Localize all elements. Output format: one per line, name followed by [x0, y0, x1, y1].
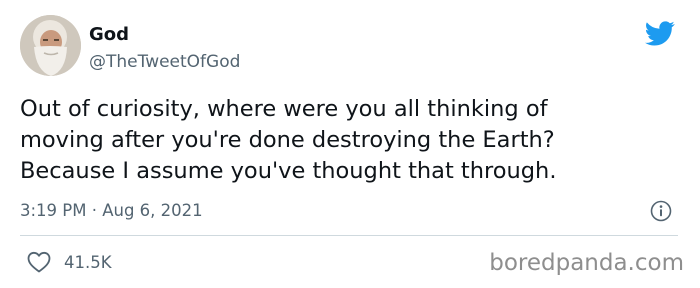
heart-icon[interactable]	[27, 251, 51, 273]
like-count[interactable]: 41.5K	[64, 252, 112, 274]
tweet-timestamp[interactable]: 3:19 PM · Aug 6, 2021	[20, 200, 203, 222]
tweet-line: moving after you're done destroying the …	[20, 127, 555, 153]
info-icon[interactable]	[650, 200, 672, 222]
user-handle[interactable]: @TheTweetOfGod	[89, 51, 240, 73]
divider	[20, 235, 678, 236]
tweet-text: Out of curiosity, where were you all thi…	[20, 94, 690, 187]
tweet-line: Out of curiosity, where were you all thi…	[20, 96, 548, 122]
tweet-line: Because I assume you've thought that thr…	[20, 158, 557, 184]
avatar[interactable]	[20, 15, 81, 76]
twitter-bird-icon[interactable]	[643, 18, 677, 48]
watermark: boredpanda.com	[489, 250, 684, 276]
display-name[interactable]: God	[89, 24, 129, 46]
